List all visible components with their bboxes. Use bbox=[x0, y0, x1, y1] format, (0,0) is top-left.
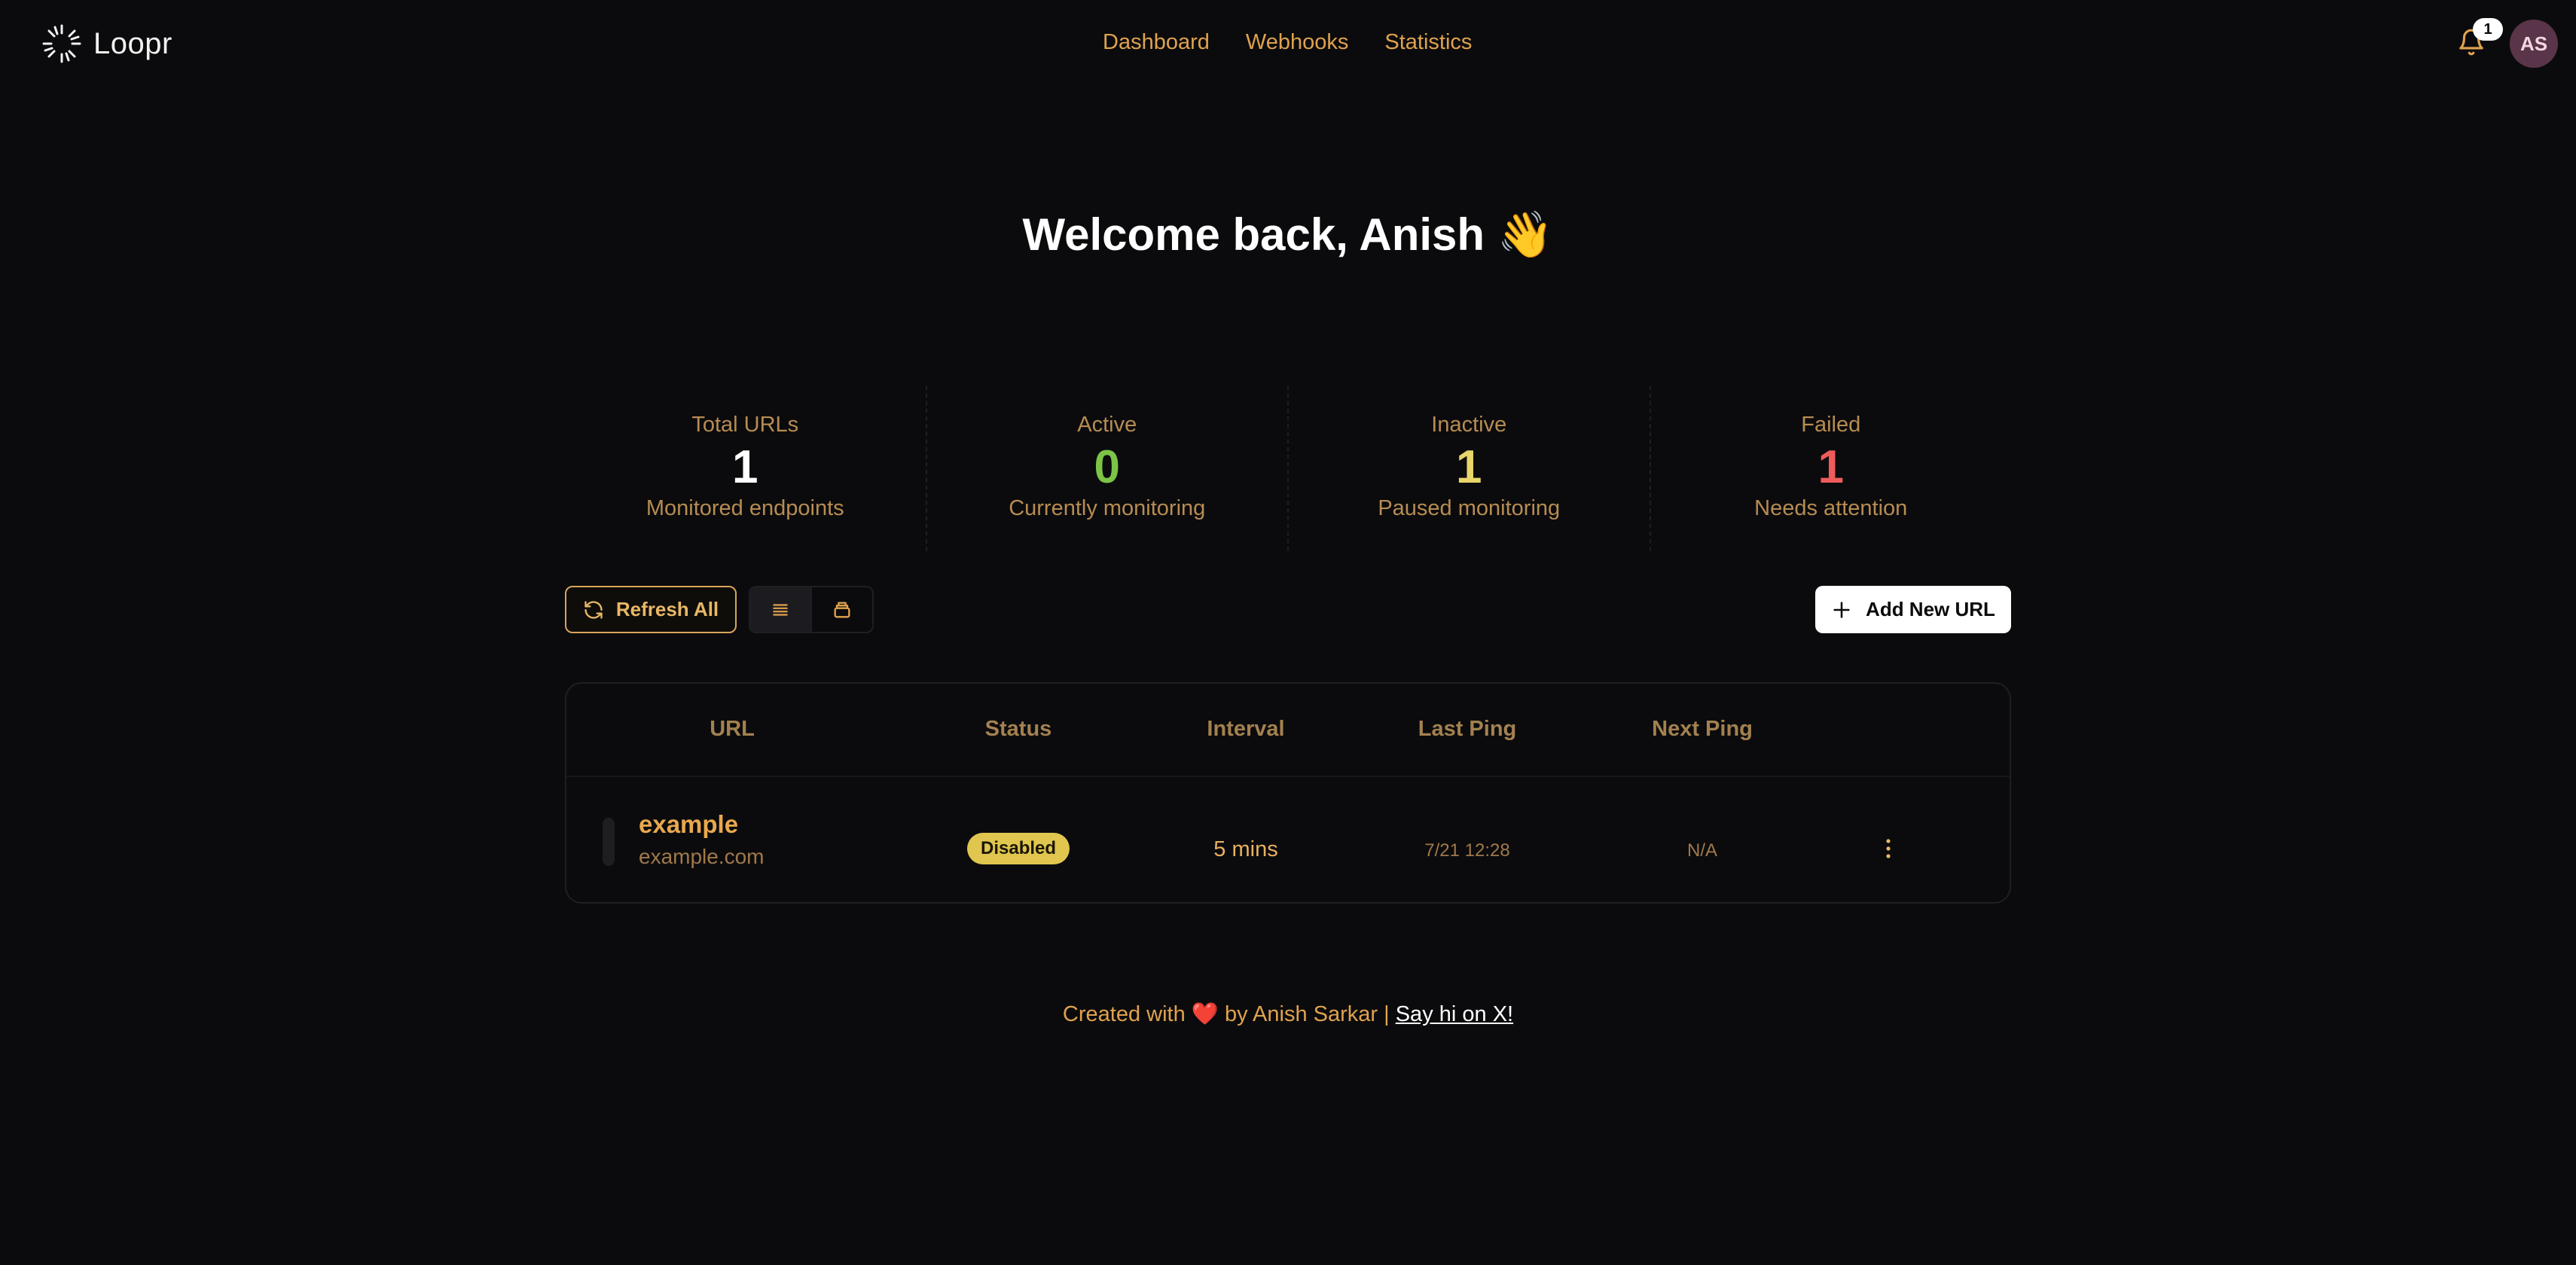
page: Loopr Dashboard Webhooks Statistics 1 AS… bbox=[0, 0, 2576, 1265]
app-name: Loopr bbox=[93, 26, 172, 60]
stat-inactive: Inactive 1 Paused monitoring bbox=[1289, 386, 1651, 551]
column-header-url[interactable]: URL bbox=[710, 717, 755, 742]
stat-label: Failed bbox=[1801, 413, 1861, 437]
stat-label: Inactive bbox=[1431, 413, 1507, 437]
column-header-status[interactable]: Status bbox=[985, 717, 1052, 742]
notification-count-badge: 1 bbox=[2473, 18, 2503, 41]
column-header-next-ping[interactable]: Next Ping bbox=[1652, 717, 1753, 742]
stat-subtitle: Monitored endpoints bbox=[646, 496, 844, 520]
view-toggle bbox=[749, 586, 874, 633]
table-header: URL Status Interval Last Ping Next Ping bbox=[566, 684, 2010, 777]
loopr-logo-icon bbox=[42, 24, 81, 63]
user-avatar[interactable]: AS bbox=[2510, 20, 2558, 68]
url-host: example.com bbox=[639, 845, 765, 868]
welcome-heading: Welcome back, Anish 👋 bbox=[1022, 209, 1554, 260]
plus-icon bbox=[1833, 601, 1850, 618]
stats-row: Total URLs 1 Monitored endpoints Active … bbox=[565, 386, 2011, 551]
row-actions-button[interactable] bbox=[1877, 830, 1900, 867]
interval-value: 5 mins bbox=[1213, 837, 1278, 861]
say-hi-on-x-link[interactable]: Say hi on X! bbox=[1396, 1002, 1513, 1026]
card-view-button[interactable] bbox=[810, 587, 872, 632]
nav-dashboard[interactable]: Dashboard bbox=[1103, 30, 1210, 55]
refresh-icon bbox=[584, 600, 603, 619]
stat-subtitle: Currently monitoring bbox=[1009, 496, 1206, 520]
stat-value: 1 bbox=[1818, 441, 1844, 493]
table-row[interactable]: example example.com Disabled 5 mins 7/21… bbox=[566, 777, 2010, 902]
next-ping-value: N/A bbox=[1686, 840, 1718, 861]
heart-icon: ❤️ bbox=[1191, 1002, 1219, 1026]
status-badge: Disabled bbox=[967, 833, 1070, 864]
stat-label: Active bbox=[1077, 413, 1137, 437]
drag-handle[interactable] bbox=[603, 818, 615, 866]
stat-total-urls: Total URLs 1 Monitored endpoints bbox=[565, 386, 927, 551]
footer-prefix: Created with bbox=[1062, 1002, 1186, 1026]
last-ping-value: 7/21 12:28 bbox=[1424, 840, 1510, 861]
urls-table: URL Status Interval Last Ping Next Ping … bbox=[565, 682, 2011, 904]
stat-failed: Failed 1 Needs attention bbox=[1651, 386, 2012, 551]
stat-subtitle: Paused monitoring bbox=[1378, 496, 1561, 520]
logo[interactable]: Loopr bbox=[41, 23, 172, 65]
list-icon bbox=[773, 603, 788, 616]
stack-icon bbox=[834, 602, 850, 617]
stat-value: 0 bbox=[1094, 441, 1120, 493]
footer-credit: by Anish Sarkar | bbox=[1224, 1002, 1390, 1026]
nav-webhooks[interactable]: Webhooks bbox=[1246, 30, 1349, 55]
main-nav: Dashboard Webhooks Statistics bbox=[1103, 30, 1472, 55]
footer: Created with ❤️ by Anish Sarkar | Say hi… bbox=[0, 1001, 2576, 1027]
add-new-url-label: Add New URL bbox=[1866, 598, 1995, 620]
stat-subtitle: Needs attention bbox=[1754, 496, 1908, 520]
stat-value: 1 bbox=[1456, 441, 1482, 493]
add-new-url-button[interactable]: Add New URL bbox=[1815, 586, 2011, 633]
top-bar: Loopr Dashboard Webhooks Statistics 1 AS bbox=[0, 0, 2576, 89]
column-header-interval[interactable]: Interval bbox=[1207, 717, 1284, 742]
stat-active: Active 0 Currently monitoring bbox=[927, 386, 1289, 551]
stat-value: 1 bbox=[732, 441, 758, 493]
more-vertical-icon bbox=[1886, 839, 1891, 858]
url-name[interactable]: example bbox=[639, 810, 738, 839]
nav-statistics[interactable]: Statistics bbox=[1384, 30, 1472, 55]
refresh-all-button[interactable]: Refresh All bbox=[565, 586, 737, 633]
column-header-last-ping[interactable]: Last Ping bbox=[1418, 717, 1517, 742]
stat-label: Total URLs bbox=[691, 413, 799, 437]
refresh-all-label: Refresh All bbox=[615, 598, 719, 620]
list-view-button[interactable] bbox=[750, 587, 810, 632]
